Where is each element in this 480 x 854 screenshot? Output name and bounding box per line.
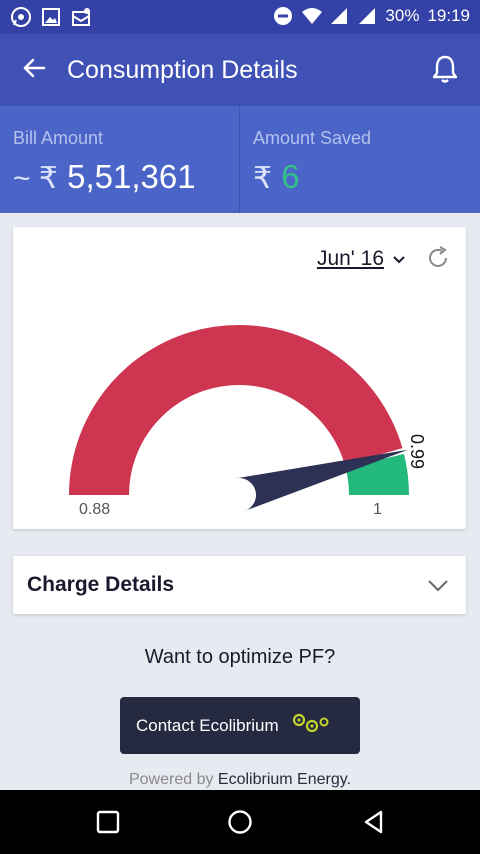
contact-button-label: Contact Ecolibrium <box>136 715 279 735</box>
bill-amount-section: Bill Amount ~ ₹ 5,51,361 <box>0 106 240 213</box>
saved-currency: ₹ <box>253 162 273 195</box>
battery-percent: 30% <box>385 6 420 25</box>
status-bar: 30% 19:19 <box>0 0 480 34</box>
summary-panel: Bill Amount ~ ₹ 5,51,361 Amount Saved ₹ … <box>0 106 480 213</box>
ecolibrium-logo-icon <box>291 711 331 740</box>
gauge-max-label: 1 <box>373 501 382 518</box>
whatsapp-icon <box>10 6 32 28</box>
pf-gauge <box>69 324 409 512</box>
optimize-prompt: Want to optimize PF? <box>144 646 336 668</box>
gallery-icon <box>40 6 62 28</box>
app-bar: Consumption Details <box>0 34 480 106</box>
powered-prefix: Powered by <box>128 771 214 788</box>
pf-gauge-card: Jun' 16 0.88 1 0.99 <box>13 227 466 529</box>
dnd-icon <box>273 6 293 26</box>
signal-icon <box>357 6 377 26</box>
bill-amount-label: Bill Amount <box>13 128 104 148</box>
clock: 19:19 <box>427 6 470 25</box>
bill-amount-value: ~ ₹ 5,51,361 <box>13 158 196 196</box>
arrow-left-icon[interactable] <box>18 52 50 84</box>
chevron-down-icon[interactable] <box>426 574 450 598</box>
inbox-icon <box>70 6 92 28</box>
page-title: Consumption Details <box>67 56 298 84</box>
powered-brand: Ecolibrium Energy. <box>217 771 352 788</box>
saved-number: 6 <box>281 158 300 195</box>
home-icon[interactable] <box>226 808 254 836</box>
bill-number: 5,51,361 <box>67 158 196 195</box>
contact-ecolibrium-button[interactable]: Contact Ecolibrium <box>120 697 360 754</box>
wifi-icon <box>301 6 323 26</box>
month-selector[interactable]: Jun' 16 <box>317 247 406 271</box>
gauge-min-label: 0.88 <box>79 501 111 518</box>
refresh-icon[interactable] <box>424 244 452 272</box>
bell-icon[interactable] <box>428 52 462 86</box>
amount-saved-section: Amount Saved ₹ 6 <box>240 106 480 213</box>
back-nav-icon[interactable] <box>360 808 388 836</box>
powered-by: Powered by Ecolibrium Energy. <box>0 771 480 789</box>
amount-saved-value: ₹ 6 <box>253 158 300 196</box>
gauge-value-label: 0.99 <box>407 433 428 470</box>
recents-icon[interactable] <box>94 808 122 836</box>
bill-currency: ~ ₹ <box>13 162 58 195</box>
signal-icon <box>329 6 349 26</box>
chevron-down-icon <box>392 247 406 271</box>
charge-details-label: Charge Details <box>27 573 175 596</box>
month-label: Jun' 16 <box>316 247 384 270</box>
system-nav-bar <box>0 790 480 854</box>
amount-saved-label: Amount Saved <box>253 128 372 148</box>
charge-details-row[interactable]: Charge Details <box>13 556 466 614</box>
